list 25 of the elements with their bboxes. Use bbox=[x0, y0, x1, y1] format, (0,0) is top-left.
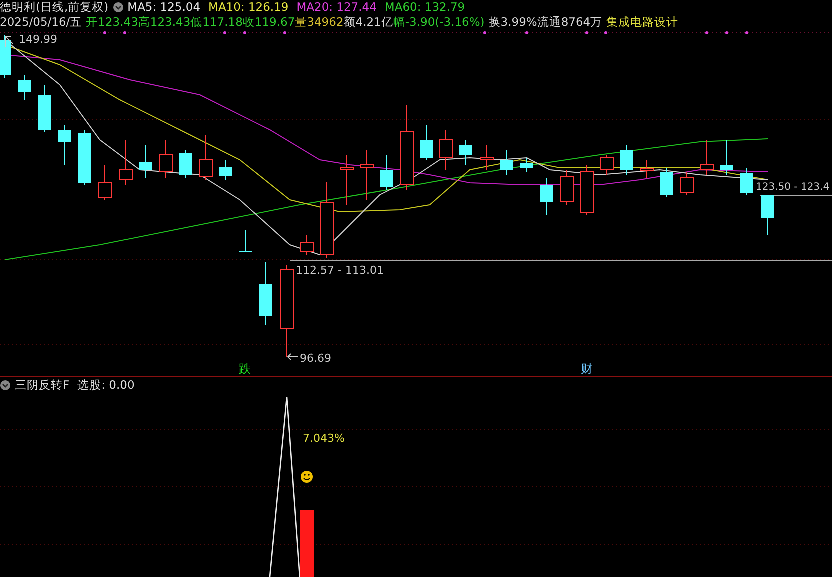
indicator-value: MA60: 132.79 bbox=[384, 0, 466, 15]
indicator-value: MA20: 127.44 bbox=[296, 0, 377, 15]
indicator-value: MA10: 126.19 bbox=[208, 0, 289, 15]
quote-value: 收119.67 bbox=[242, 15, 296, 30]
indicator-value: 选股: 0.00 bbox=[78, 377, 135, 393]
quote-value: 流通8764万 bbox=[537, 15, 603, 30]
last-price-label: 123.50 - 123.4 bbox=[756, 182, 830, 193]
quote-value: 量34962 bbox=[295, 15, 344, 30]
quote-value: 换3.99% bbox=[488, 15, 538, 30]
indicator-value: MA5: 125.04 bbox=[128, 0, 201, 15]
low-price-label: 96.69 bbox=[300, 352, 332, 365]
high-price-label: 149.99 bbox=[19, 33, 58, 46]
quote-value: 开123.43 bbox=[86, 15, 138, 30]
event-marker: 跌 bbox=[239, 362, 251, 376]
chart-title: 德明利(日线,前复权) bbox=[0, 0, 109, 15]
quote-value: 集成电路设计 bbox=[606, 15, 679, 30]
quote-value: 2025/05/16/五 bbox=[0, 15, 82, 30]
quote-value: 低117.18 bbox=[190, 15, 243, 30]
price-range-label: 112.57 - 113.01 bbox=[296, 264, 384, 277]
indicator-title: 三阴反转F bbox=[15, 377, 70, 393]
quote-value: 额4.21亿 bbox=[344, 15, 394, 30]
event-marker: 财 bbox=[581, 362, 593, 376]
percent-annotation: 7.043% bbox=[303, 432, 345, 445]
quote-value: 幅-3.90(-3.16%) bbox=[393, 15, 485, 30]
quote-value: 高123.43 bbox=[138, 15, 191, 30]
